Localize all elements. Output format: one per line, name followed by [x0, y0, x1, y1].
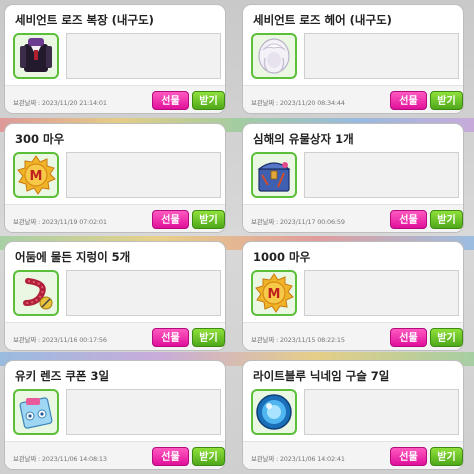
gift-button[interactable]: 선물 [152, 91, 189, 110]
card-footer: 보관날짜 : 2023/11/15 08:22:15 선물 받기 [243, 322, 463, 350]
gift-button[interactable]: 선물 [390, 447, 427, 466]
item-description-box [304, 152, 459, 198]
gift-button[interactable]: 선물 [390, 328, 427, 347]
gift-button[interactable]: 선물 [152, 447, 189, 466]
storage-date: 보관날짜 : 2023/11/15 08:22:15 [251, 336, 345, 344]
item-title: 1000 마우 [253, 250, 311, 264]
storage-date: 보관날짜 : 2023/11/17 00:06:59 [251, 218, 345, 226]
item-title: 300 마우 [15, 132, 65, 146]
card-footer: 보관날짜 : 2023/11/20 08:34:44 선물 받기 [243, 85, 463, 113]
storage-date: 보관날짜 : 2023/11/19 07:02:01 [13, 218, 107, 226]
gift-button[interactable]: 선물 [390, 210, 427, 229]
card-footer: 보관날짜 : 2023/11/06 14:08:13 선물 받기 [5, 441, 225, 469]
item-description-box [304, 270, 459, 316]
card-footer: 보관날짜 : 2023/11/19 07:02:01 선물 받기 [5, 204, 225, 232]
card-footer: 보관날짜 : 2023/11/06 14:02:41 선물 받기 [243, 441, 463, 469]
receive-button[interactable]: 받기 [430, 447, 463, 466]
storage-item-card: 300 마우 M 보관날짜 : 2023/11/19 07:02:01 선물 받… [4, 123, 226, 233]
receive-button[interactable]: 받기 [192, 328, 225, 347]
mau-coin-icon: M [13, 152, 59, 198]
gift-button[interactable]: 선물 [390, 91, 427, 110]
storage-item-card: 심해의 유물상자 1개 보관날짜 : 2023/11/17 00:06:59 선… [242, 123, 464, 233]
item-description-box [304, 33, 459, 79]
treasure-box-icon [251, 152, 297, 198]
receive-button[interactable]: 받기 [430, 91, 463, 110]
storage-item-card: 세비언트 로즈 복장 (내구도) 보관날짜 : 2023/11/20 21:14… [4, 4, 226, 114]
storage-item-card: 유키 렌즈 쿠폰 3일 보관날짜 : 2023/11/06 14:08:13 선… [4, 360, 226, 470]
card-footer: 보관날짜 : 2023/11/16 00:17:56 선물 받기 [5, 322, 225, 350]
item-title: 세비언트 로즈 헤어 (내구도) [253, 13, 392, 27]
item-description-box [66, 270, 221, 316]
storage-item-card: 어둠에 물든 지렁이 5개 보관날짜 : 2023/11/16 00:17:56… [4, 241, 226, 351]
storage-date: 보관날짜 : 2023/11/16 00:17:56 [13, 336, 107, 344]
item-title: 라이트블루 닉네임 구슬 7일 [253, 369, 390, 383]
white-hair-icon [251, 33, 297, 79]
storage-item-card: 1000 마우 M 보관날짜 : 2023/11/15 08:22:15 선물 … [242, 241, 464, 351]
mau-coin-icon: M [251, 270, 297, 316]
item-description-box [66, 33, 221, 79]
item-description-box [304, 389, 459, 435]
svg-text:M: M [268, 287, 281, 302]
gift-button[interactable]: 선물 [152, 210, 189, 229]
item-title: 유키 렌즈 쿠폰 3일 [15, 369, 110, 383]
black-suit-outfit-icon [13, 33, 59, 79]
receive-button[interactable]: 받기 [430, 328, 463, 347]
svg-text:M: M [30, 169, 43, 184]
worm-icon [13, 270, 59, 316]
item-title: 세비언트 로즈 복장 (내구도) [15, 13, 154, 27]
storage-item-card: 세비언트 로즈 헤어 (내구도) 보관날짜 : 2023/11/20 08:34… [242, 4, 464, 114]
receive-button[interactable]: 받기 [192, 210, 225, 229]
blue-orb-icon [251, 389, 297, 435]
storage-item-card: 라이트블루 닉네임 구슬 7일 보관날짜 : 2023/11/06 14:02:… [242, 360, 464, 470]
gift-button[interactable]: 선물 [152, 328, 189, 347]
storage-date: 보관날짜 : 2023/11/20 08:34:44 [251, 99, 345, 107]
item-description-box [66, 152, 221, 198]
receive-button[interactable]: 받기 [430, 210, 463, 229]
storage-date: 보관날짜 : 2023/11/20 21:14:01 [13, 99, 107, 107]
item-title: 심해의 유물상자 1개 [253, 132, 354, 146]
card-footer: 보관날짜 : 2023/11/20 21:14:01 선물 받기 [5, 85, 225, 113]
item-description-box [66, 389, 221, 435]
card-footer: 보관날짜 : 2023/11/17 00:06:59 선물 받기 [243, 204, 463, 232]
lens-coupon-icon [13, 389, 59, 435]
storage-date: 보관날짜 : 2023/11/06 14:08:13 [13, 455, 107, 463]
receive-button[interactable]: 받기 [192, 91, 225, 110]
storage-date: 보관날짜 : 2023/11/06 14:02:41 [251, 455, 345, 463]
receive-button[interactable]: 받기 [192, 447, 225, 466]
item-title: 어둠에 물든 지렁이 5개 [15, 250, 131, 264]
